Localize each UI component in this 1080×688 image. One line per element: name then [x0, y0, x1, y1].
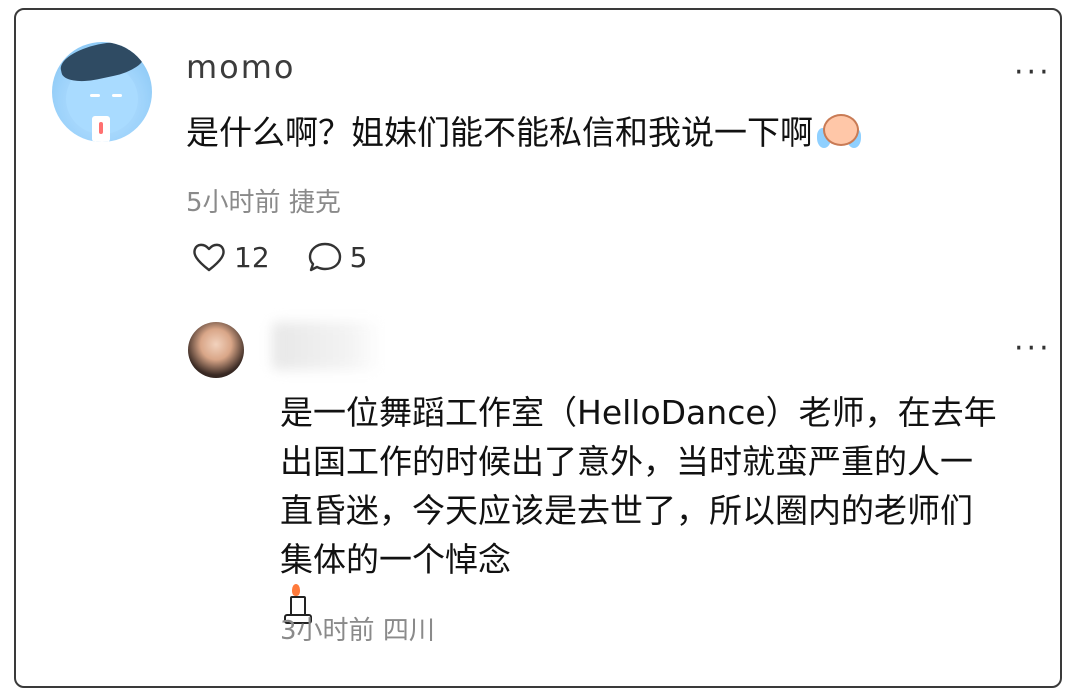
heart-icon[interactable] [190, 238, 228, 276]
reply-meta: 3小时前 四川 [280, 610, 435, 647]
reply-time: 3小时前 [280, 616, 375, 646]
reply-avatar[interactable] [188, 322, 244, 378]
comment-text: 是什么啊？姐妹们能不能私信和我说一下啊 [186, 110, 861, 156]
reply-username-blurred [272, 322, 382, 370]
crying-face-emoji [817, 112, 861, 150]
reply-line-2: 出国工作的时候出了意外，当时就蛮严重的人一 [280, 442, 973, 481]
speech-bubble-icon[interactable] [306, 238, 344, 276]
avatar[interactable] [52, 42, 152, 142]
comment-meta: 5小时前 捷克 [186, 182, 341, 219]
reply-line-4: 集体的一个悼念 [280, 535, 1060, 624]
username[interactable]: momo [186, 48, 296, 86]
comment-location: 捷克 [288, 188, 341, 218]
reply-count: 5 [349, 240, 368, 274]
comment-text-body: 是什么啊？姐妹们能不能私信和我说一下啊 [186, 113, 813, 152]
more-dots-icon[interactable]: ··· [1014, 58, 1052, 88]
reply-location: 四川 [382, 616, 435, 646]
reply-more-dots-icon[interactable]: ··· [1014, 334, 1052, 364]
reply-text: 是一位舞蹈工作室（HelloDance）老师，在去年 出国工作的时候出了意外，当… [280, 388, 1060, 624]
comment-actions: 12 5 [190, 238, 403, 276]
reply-line-1: 是一位舞蹈工作室（HelloDance）老师，在去年 [280, 393, 997, 432]
reply-line-4-text: 集体的一个悼念 [280, 540, 511, 579]
reply-line-3: 直昏迷，今天应该是去世了，所以圈内的老师们 [280, 491, 973, 530]
like-count: 12 [234, 240, 270, 274]
comment-time: 5小时前 [186, 188, 281, 218]
